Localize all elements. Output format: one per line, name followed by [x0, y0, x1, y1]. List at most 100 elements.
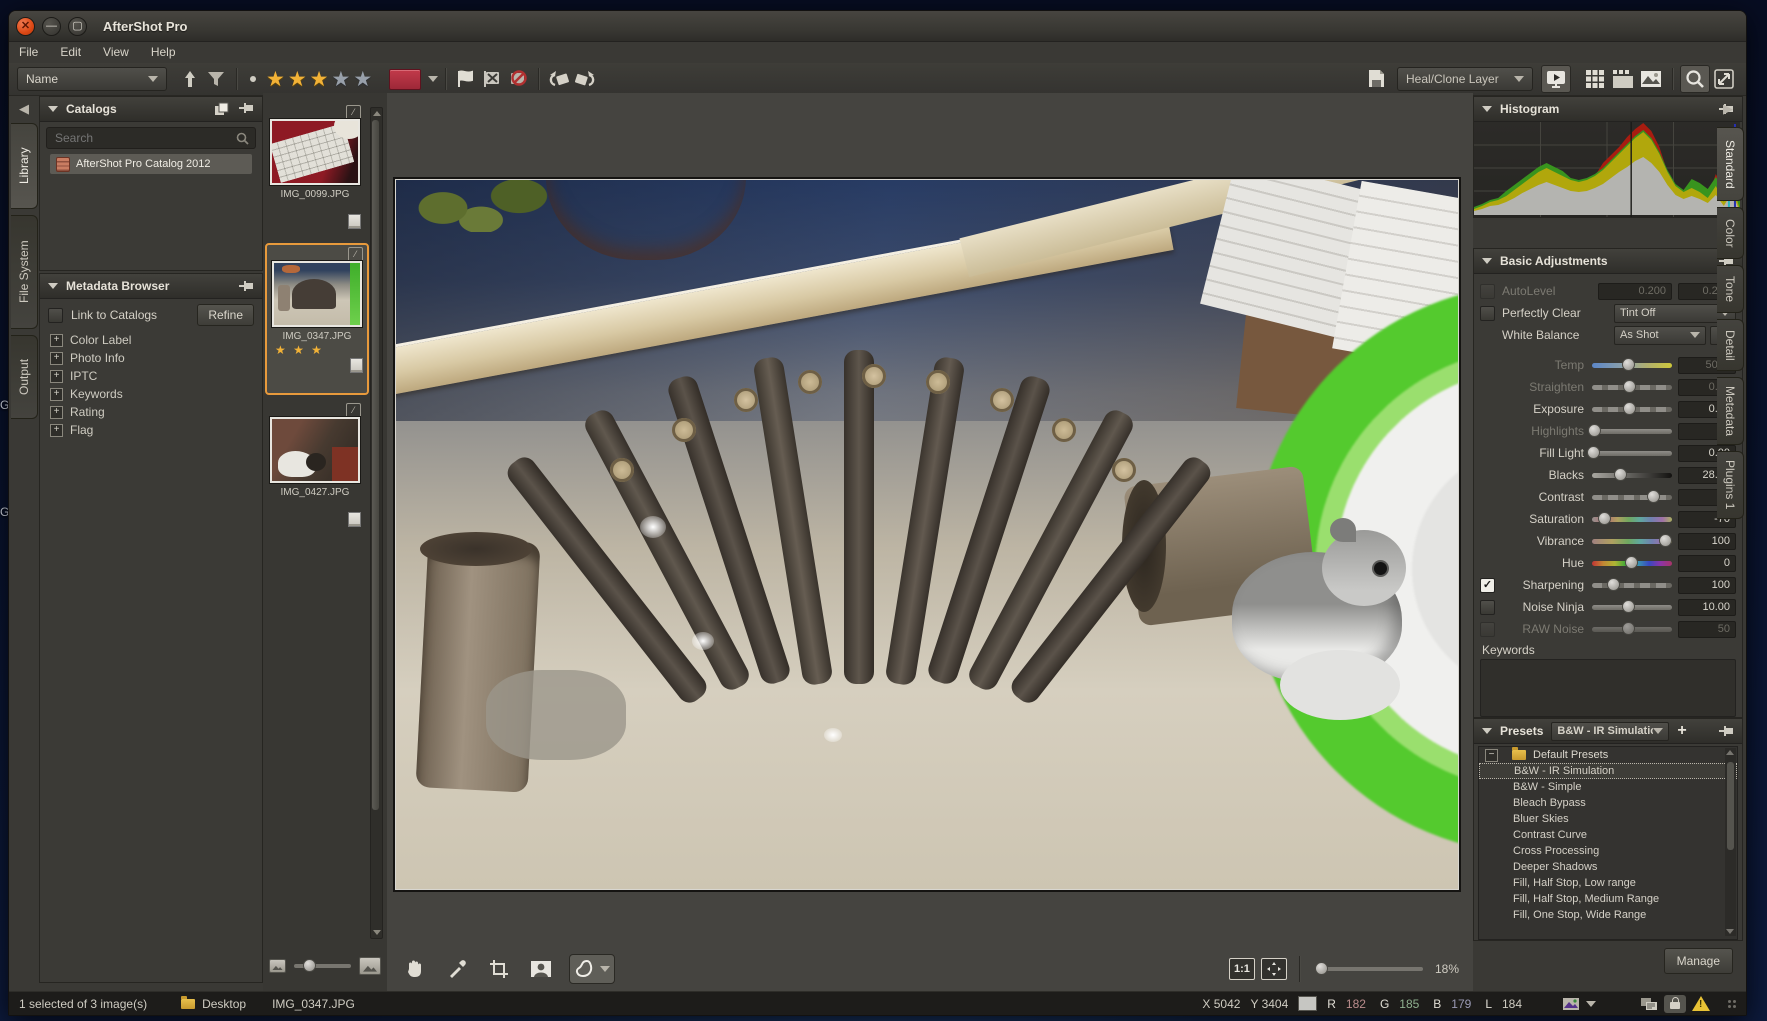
pin-icon[interactable] — [1718, 725, 1734, 737]
slider-thumb[interactable] — [1607, 578, 1620, 591]
expand-plus-icon[interactable]: + — [50, 334, 63, 347]
slider-thumb[interactable] — [1614, 468, 1627, 481]
slider-thumb[interactable] — [1622, 358, 1635, 371]
image-view-button[interactable] — [1637, 66, 1665, 92]
rating-star-4[interactable]: ★ — [331, 69, 353, 90]
slider-thumb[interactable] — [1623, 380, 1636, 393]
sharpening-slider[interactable] — [1592, 583, 1672, 588]
expand-plus-icon[interactable]: + — [50, 370, 63, 383]
menu-help[interactable]: Help — [151, 45, 176, 59]
collapse-triangle-icon[interactable] — [1482, 728, 1492, 734]
tab-color[interactable]: Color — [1717, 207, 1744, 259]
slider-value[interactable]: 0 — [1678, 555, 1736, 572]
no-rating-dot[interactable] — [250, 76, 256, 82]
noise-ninja-checkbox[interactable] — [1480, 600, 1495, 615]
add-preset-button[interactable]: + — [1677, 722, 1686, 740]
slider-thumb[interactable] — [1588, 424, 1601, 437]
expand-plus-icon[interactable]: + — [50, 388, 63, 401]
catalogs-header[interactable]: Catalogs — [40, 97, 262, 122]
fit-to-screen-button[interactable] — [1261, 958, 1287, 980]
rating-star-1[interactable]: ★ — [266, 69, 288, 90]
manage-presets-button[interactable]: Manage — [1664, 948, 1733, 974]
redeye-tool-button[interactable] — [527, 955, 555, 983]
autolevel-checkbox[interactable] — [1480, 284, 1495, 299]
tree-item-photo-info[interactable]: +Photo Info — [40, 349, 262, 367]
chevron-down-icon[interactable] — [1586, 1001, 1596, 1007]
collapse-left-panel-arrow[interactable]: ◀ — [19, 101, 29, 117]
slider-thumb[interactable] — [1622, 600, 1635, 613]
sort-by-dropdown[interactable]: Name — [17, 67, 167, 91]
slider-thumb[interactable] — [303, 959, 316, 972]
tree-item-flag[interactable]: +Flag — [40, 421, 262, 439]
rating-star-3[interactable]: ★ — [310, 69, 332, 90]
tab-library[interactable]: Library — [11, 123, 38, 209]
collapse-triangle-icon[interactable] — [1482, 106, 1492, 112]
perfectly-clear-checkbox[interactable] — [1480, 306, 1495, 321]
highlights-slider[interactable] — [1592, 429, 1672, 434]
preset-folder-row[interactable]: − Default Presets — [1479, 747, 1737, 763]
tab-output[interactable]: Output — [11, 335, 38, 419]
expand-plus-icon[interactable]: + — [50, 406, 63, 419]
tree-item-rating[interactable]: +Rating — [40, 403, 262, 421]
main-photo[interactable] — [395, 179, 1459, 890]
crop-tool-button[interactable] — [485, 955, 513, 983]
preset-item[interactable]: Fill, Half Stop, Medium Range — [1479, 891, 1737, 907]
preset-item[interactable]: Bleach Bypass — [1479, 795, 1737, 811]
tab-standard[interactable]: Standard — [1717, 127, 1744, 201]
expand-plus-icon[interactable]: + — [50, 424, 63, 437]
thumbnail-image[interactable] — [270, 119, 360, 185]
preset-item[interactable]: Contrast Curve — [1479, 827, 1737, 843]
menu-edit[interactable]: Edit — [60, 45, 81, 59]
vibrance-slider[interactable] — [1592, 539, 1672, 544]
scroll-up-arrow[interactable] — [373, 111, 381, 116]
slider-thumb[interactable] — [1315, 962, 1328, 975]
scrollbar-thumb[interactable] — [372, 120, 379, 810]
slider-value[interactable]: 100 — [1678, 533, 1736, 550]
minimize-button[interactable]: — — [42, 17, 61, 36]
scroll-up-arrow[interactable] — [1726, 750, 1734, 755]
folder-breadcrumb[interactable]: Desktop — [181, 997, 246, 1011]
eyedropper-tool-button[interactable] — [443, 955, 471, 983]
slider-thumb[interactable] — [1622, 622, 1635, 635]
blacks-slider[interactable] — [1592, 473, 1672, 478]
chevron-down-icon[interactable] — [600, 966, 610, 972]
preset-item[interactable]: B&W - Simple — [1479, 779, 1737, 795]
slider-thumb[interactable] — [1659, 534, 1672, 547]
pin-icon[interactable] — [238, 102, 254, 114]
autolevel-value-1[interactable]: 0.200 — [1598, 283, 1672, 300]
maximize-button[interactable]: ▢ — [68, 17, 87, 36]
thumbnail-cell[interactable]: ⁄ IMG_0099.JPG — [265, 103, 365, 233]
proof-display-button[interactable] — [1562, 997, 1596, 1011]
presets-header[interactable]: Presets B&W - IR Simulation + — [1474, 719, 1742, 744]
rating-star-2[interactable]: ★ — [288, 69, 310, 90]
color-label-dropdown-arrow[interactable] — [428, 76, 438, 82]
presets-scrollbar[interactable] — [1725, 748, 1736, 936]
search-input[interactable] — [53, 130, 236, 146]
slider-value[interactable]: 100 — [1678, 577, 1736, 594]
flag-pick-button[interactable] — [453, 67, 479, 91]
contrast-slider[interactable] — [1592, 495, 1672, 500]
link-to-catalogs-checkbox[interactable] — [48, 308, 63, 323]
zoom-1to1-button[interactable]: 1:1 — [1229, 958, 1255, 980]
slider-thumb[interactable] — [1647, 490, 1660, 503]
slider-thumb[interactable] — [1587, 446, 1600, 459]
white-balance-dropdown[interactable]: As Shot — [1614, 326, 1706, 345]
warning-icon[interactable] — [1692, 996, 1710, 1011]
scrollbar-thumb[interactable] — [1727, 762, 1734, 850]
slider-thumb[interactable] — [1625, 556, 1638, 569]
filmstrip-scrollbar[interactable] — [370, 107, 383, 939]
tab-metadata[interactable]: Metadata — [1717, 377, 1744, 445]
noise-ninja-slider[interactable] — [1592, 605, 1672, 610]
collapse-triangle-icon[interactable] — [1482, 258, 1492, 264]
exposure-slider[interactable] — [1592, 407, 1672, 412]
tree-item-color-label[interactable]: +Color Label — [40, 331, 262, 349]
browse-view-button[interactable] — [1609, 66, 1637, 92]
slider-thumb[interactable] — [1598, 512, 1611, 525]
slider-value[interactable]: 50 — [1678, 621, 1736, 638]
preset-item[interactable]: Bluer Skies — [1479, 811, 1737, 827]
straighten-slider[interactable] — [1592, 385, 1672, 390]
scroll-down-arrow[interactable] — [373, 930, 381, 935]
raw-noise-checkbox[interactable] — [1480, 622, 1495, 637]
slider-thumb[interactable] — [1623, 402, 1636, 415]
keywords-input[interactable] — [1480, 659, 1736, 717]
